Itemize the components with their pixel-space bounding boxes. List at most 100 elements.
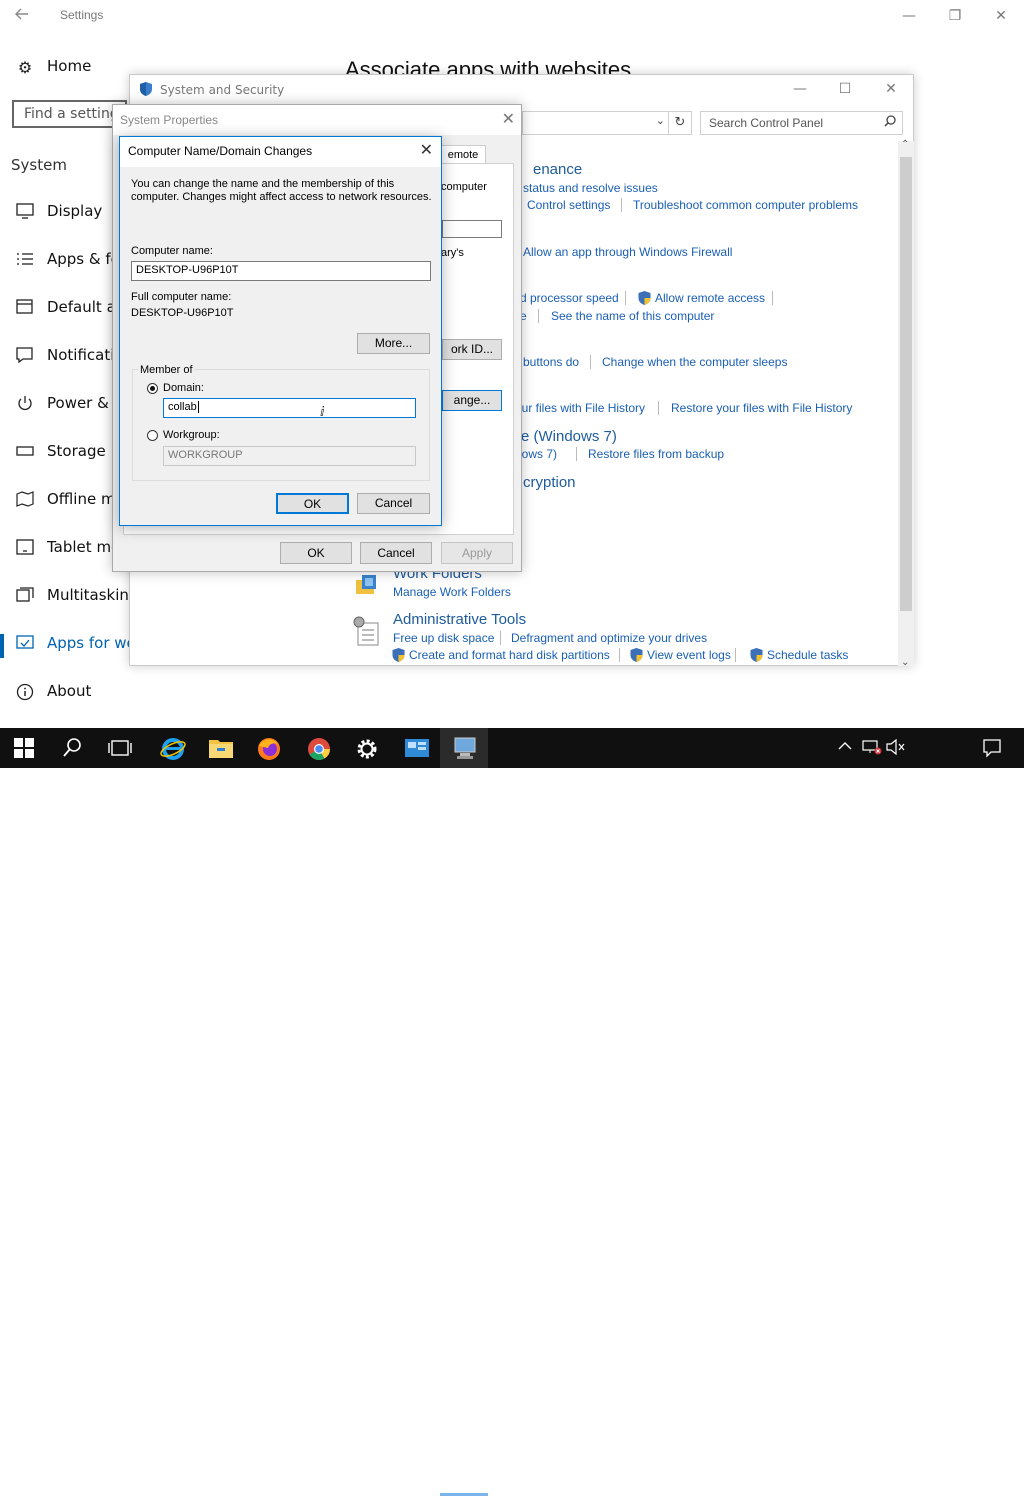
link-processor-speed[interactable]: d processor speed xyxy=(520,291,619,305)
shield-icon xyxy=(138,81,154,97)
separator xyxy=(621,198,622,212)
nav-home[interactable]: ⚙ Home xyxy=(0,48,128,88)
close-icon[interactable]: ✕ xyxy=(986,5,1016,27)
computer-name-dialog: Computer Name/Domain Changes ✕ You can c… xyxy=(119,136,442,526)
link-control-settings[interactable]: Control settings xyxy=(527,198,610,212)
apps-websites-icon xyxy=(14,635,36,655)
uac-shield-icon xyxy=(630,648,643,662)
system-properties-taskbar-icon[interactable] xyxy=(440,728,488,768)
nav-storage[interactable]: Storage xyxy=(0,433,128,473)
nav-label: Multitasking xyxy=(47,586,139,604)
full-name-value: DESKTOP-U96P10T xyxy=(131,307,234,319)
apply-button[interactable]: Apply xyxy=(441,542,513,564)
nav-tablet-mode[interactable]: Tablet mode xyxy=(0,529,139,569)
separator xyxy=(735,648,736,662)
link-status-issues[interactable]: status and resolve issues xyxy=(523,181,658,195)
internet-explorer-icon[interactable] xyxy=(148,728,196,768)
control-panel-search-input[interactable]: Search Control Panel xyxy=(700,111,903,135)
link-restore-file-history[interactable]: Restore your files with File History xyxy=(671,401,852,415)
domain-radio[interactable] xyxy=(147,383,158,394)
taskbar-time[interactable]: 2:11 PM xyxy=(908,1459,970,1473)
close-icon[interactable]: ✕ xyxy=(420,140,433,159)
partial-text: ary's xyxy=(441,247,464,259)
change-button[interactable]: ange... xyxy=(442,390,502,411)
nav-offline-maps[interactable]: Offline maps xyxy=(0,481,142,521)
nav-display[interactable]: Display xyxy=(0,193,128,233)
link-event-logs[interactable]: View event logs xyxy=(647,648,731,662)
close-icon[interactable]: ✕ xyxy=(876,78,906,100)
heading-encryption[interactable]: cryption xyxy=(523,474,576,491)
more-button[interactable]: More... xyxy=(357,333,430,354)
workgroup-radio[interactable] xyxy=(147,430,158,441)
network-id-button[interactable]: ork ID... xyxy=(442,339,502,360)
link-disk-partitions[interactable]: Create and format hard disk partitions xyxy=(409,648,610,662)
nav-default-apps[interactable]: Default apps xyxy=(0,289,143,329)
link-restore-backup[interactable]: Restore files from backup xyxy=(588,447,724,461)
computer-name-input[interactable]: DESKTOP-U96P10T xyxy=(131,261,431,281)
cancel-button[interactable]: Cancel xyxy=(360,542,432,564)
taskbar-date[interactable]: 9/18/2023 xyxy=(908,1476,970,1490)
chevron-down-icon[interactable]: ⌄ xyxy=(656,114,665,127)
chrome-icon[interactable] xyxy=(294,728,342,768)
link-schedule-tasks[interactable]: Schedule tasks xyxy=(767,648,848,662)
nav-power-sleep[interactable]: Power & sleep xyxy=(0,385,154,425)
maximize-icon[interactable]: ☐ xyxy=(830,78,860,100)
ok-button[interactable]: OK xyxy=(276,493,349,514)
settings-gear-icon[interactable] xyxy=(342,728,390,768)
scrollbar-thumb[interactable] xyxy=(900,157,912,611)
domain-input[interactable]: collab xyxy=(163,398,416,418)
link-computer-name[interactable]: See the name of this computer xyxy=(551,309,714,323)
close-icon[interactable]: ✕ xyxy=(502,109,515,128)
info-icon xyxy=(14,683,36,703)
link-file-history[interactable]: our files with File History xyxy=(515,401,645,415)
task-view-icon[interactable] xyxy=(96,728,144,768)
nav-apps-for-websites[interactable]: Apps for websites xyxy=(0,625,180,665)
start-button[interactable] xyxy=(0,728,48,768)
computer-name-label: Computer name: xyxy=(131,245,213,257)
nav-multitasking[interactable]: Multitasking xyxy=(0,577,138,617)
action-center-icon[interactable] xyxy=(982,738,1002,761)
link-power-buttons[interactable]: buttons do xyxy=(523,355,579,369)
control-panel-icon[interactable] xyxy=(392,728,440,768)
link-remote-access[interactable]: Allow remote access xyxy=(655,291,765,305)
minimize-icon[interactable]: — xyxy=(894,5,924,27)
back-arrow-icon[interactable] xyxy=(14,6,34,26)
refresh-icon[interactable]: ↻ xyxy=(668,111,692,135)
cancel-button[interactable]: Cancel xyxy=(357,493,430,514)
domain-label: Domain: xyxy=(163,382,204,394)
chevron-up-icon[interactable] xyxy=(838,740,852,755)
ok-button[interactable]: OK xyxy=(280,542,352,564)
link-defragment[interactable]: Defragment and optimize your drives xyxy=(511,631,707,645)
link-manage-work-folders[interactable]: Manage Work Folders xyxy=(393,585,511,599)
heading-administrative-tools[interactable]: Administrative Tools xyxy=(393,611,526,628)
scroll-up-icon[interactable]: ⌃ xyxy=(901,139,909,150)
separator xyxy=(576,447,577,461)
restore-icon[interactable]: ❐ xyxy=(940,5,970,27)
search-icon[interactable] xyxy=(884,115,896,130)
link-sleep[interactable]: Change when the computer sleeps xyxy=(602,355,787,369)
link-free-disk-space[interactable]: Free up disk space xyxy=(393,631,494,645)
find-setting-input[interactable]: Find a setting xyxy=(12,100,127,128)
volume-muted-icon[interactable] xyxy=(886,738,906,758)
nav-label: About xyxy=(47,682,92,700)
search-placeholder: Search Control Panel xyxy=(709,116,824,130)
search-icon[interactable] xyxy=(48,728,96,768)
minimize-icon[interactable]: — xyxy=(785,78,815,100)
nav-notifications[interactable]: Notifications & actions xyxy=(0,337,216,377)
full-name-label: Full computer name: xyxy=(131,291,232,303)
workgroup-input[interactable]: WORKGROUP xyxy=(163,446,416,466)
heading-backup-restore[interactable]: e (Windows 7) xyxy=(521,428,617,445)
network-icon[interactable] xyxy=(862,739,882,758)
scroll-down-icon[interactable]: ⌄ xyxy=(901,657,909,668)
address-bar[interactable]: ⌄ xyxy=(522,111,669,135)
tab-remote[interactable]: emote xyxy=(440,145,486,164)
description-field[interactable] xyxy=(442,220,502,238)
nav-about[interactable]: About xyxy=(0,673,128,713)
nav-apps-features[interactable]: Apps & features xyxy=(0,241,167,281)
firefox-icon[interactable] xyxy=(244,728,292,768)
link-troubleshoot[interactable]: Troubleshoot common computer problems xyxy=(633,198,858,212)
heading-maintenance[interactable]: enance xyxy=(533,161,582,178)
default-apps-icon xyxy=(14,299,36,319)
file-explorer-icon[interactable] xyxy=(196,728,244,768)
link-firewall-app[interactable]: Allow an app through Windows Firewall xyxy=(523,245,732,259)
